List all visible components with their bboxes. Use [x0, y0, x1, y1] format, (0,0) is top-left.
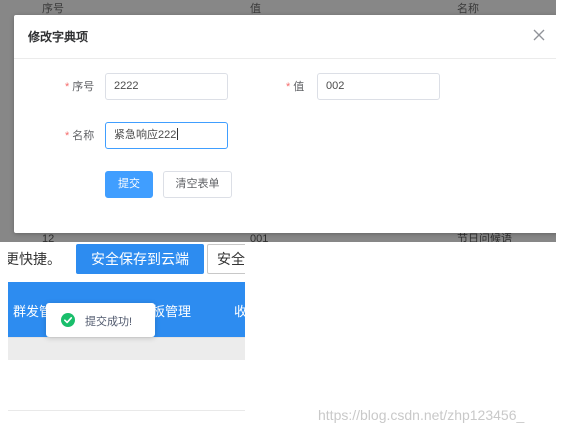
- name-input[interactable]: 紧急响应222: [105, 122, 228, 149]
- modal-overlay: 序号 值 名称 12 001 节日问候语 修改字典项 * 序号 2222 * 值…: [0, 0, 556, 242]
- dialog-title: 修改字典项: [28, 30, 89, 44]
- background-cell: 值: [250, 3, 261, 15]
- background-cell: 12: [42, 233, 55, 243]
- background-table-row: 12 001 节日问候语: [0, 232, 556, 243]
- divider: [8, 410, 245, 411]
- description-text: 更快捷。: [8, 251, 61, 267]
- name-field-label: * 名称: [65, 130, 95, 142]
- screenshot-composite: 序号 值 名称 12 001 节日问候语 修改字典项 * 序号 2222 * 值…: [0, 0, 562, 434]
- nav-item-template-management[interactable]: 板管理: [152, 301, 191, 320]
- close-button[interactable]: [531, 27, 547, 43]
- clear-form-button[interactable]: 清空表单: [163, 171, 232, 198]
- required-asterisk: *: [65, 81, 70, 93]
- content-band: [8, 337, 245, 360]
- nav-item-receive[interactable]: 收: [234, 301, 245, 320]
- order-input[interactable]: 2222: [105, 73, 228, 100]
- value-field-label: * 值: [286, 81, 305, 93]
- name-input-value: 紧急响应222: [114, 129, 177, 141]
- edit-dictionary-dialog: 修改字典项 * 序号 2222 * 值 002 * 名称 紧急响应222 提交 清空表…: [14, 15, 556, 233]
- required-asterisk: *: [286, 81, 291, 93]
- required-asterisk: *: [65, 130, 70, 142]
- text-caret: [177, 128, 179, 140]
- background-table-header: 序号 值 名称: [0, 0, 556, 15]
- save-to-cloud-button[interactable]: 安全保存到云端: [76, 244, 204, 274]
- app-fragment: 更快捷。 安全保存到云端 安全 群发管 板管理 收: [8, 242, 245, 360]
- secure-button[interactable]: 安全: [207, 244, 245, 274]
- background-cell: 序号: [42, 3, 64, 15]
- submit-button[interactable]: 提交: [105, 171, 153, 198]
- value-input[interactable]: 002: [317, 73, 440, 100]
- background-cell: 名称: [457, 3, 479, 15]
- order-field-label: * 序号: [65, 81, 95, 93]
- close-icon: [533, 29, 545, 41]
- success-toast: 提交成功!: [46, 303, 155, 337]
- check-circle-icon: [61, 313, 75, 327]
- background-cell: 节日问候语: [457, 233, 512, 243]
- background-cell: 001: [250, 233, 269, 243]
- watermark: https://blog.csdn.net/zhp123456_: [318, 407, 525, 423]
- dialog-header: 修改字典项: [14, 15, 556, 59]
- toast-message: 提交成功!: [85, 316, 133, 328]
